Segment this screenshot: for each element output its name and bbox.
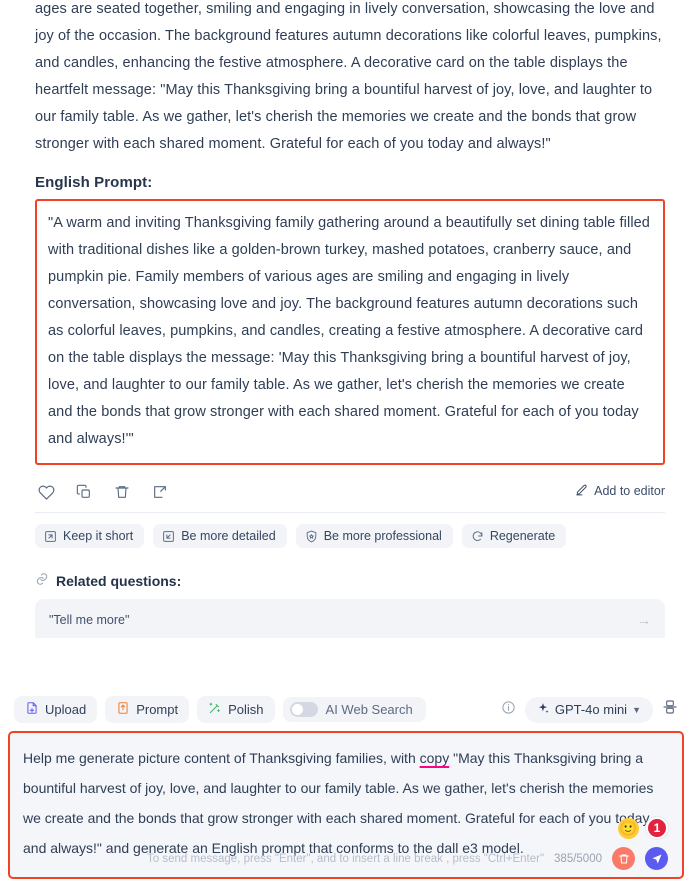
split-layout-icon[interactable] (662, 699, 678, 720)
content-spacer (0, 638, 692, 688)
ai-web-search-toggle[interactable]: AI Web Search (282, 697, 426, 722)
link-icon (35, 572, 49, 589)
expand-icon (162, 530, 175, 543)
sparkle-icon (537, 702, 550, 718)
send-hint: To send message, press "Enter", and to i… (147, 852, 545, 865)
message-input-text[interactable]: Help me generate picture content of Than… (23, 743, 669, 863)
chip-label: Keep it short (63, 529, 134, 543)
shrink-icon (44, 530, 57, 543)
delete-icon[interactable] (111, 481, 133, 503)
trash-icon[interactable] (612, 847, 635, 870)
arrow-right-icon: → (637, 612, 651, 628)
answer-paragraph: ages are seated together, smiling and en… (35, 1, 662, 152)
english-prompt-text: "A warm and inviting Thanksgiving family… (48, 215, 650, 447)
upload-label: Upload (45, 702, 87, 717)
toggle-switch[interactable] (289, 702, 318, 717)
composer-toolbar-right: GPT-4o mini ▼ (501, 696, 682, 723)
add-to-editor-label: Add to editor (594, 483, 665, 498)
upload-file-icon (25, 701, 39, 718)
answer-scroll-area[interactable]: ages are seated together, smiling and en… (0, 0, 692, 665)
pencil-icon (575, 482, 589, 499)
like-icon[interactable] (35, 481, 57, 503)
prompt-button[interactable]: Prompt (105, 696, 190, 723)
upload-button[interactable]: Upload (14, 696, 98, 723)
related-question-item[interactable]: "Tell me more" → (49, 608, 651, 632)
english-prompt-heading: English Prompt: (35, 174, 153, 191)
model-selector-label: GPT-4o mini (554, 702, 628, 717)
chat-answer-page: ages are seated together, smiling and en… (0, 0, 692, 883)
ai-web-search-label: AI Web Search (325, 702, 413, 717)
english-prompt-highlight-box: "A warm and inviting Thanksgiving family… (35, 199, 665, 465)
composer: Upload Prompt Polish AI Web Search GPT-4… (0, 690, 692, 883)
model-selector[interactable]: GPT-4o mini ▼ (524, 696, 653, 723)
magic-wand-icon (208, 701, 222, 718)
polish-label: Polish (228, 702, 264, 717)
top-fade-overlay (0, 0, 692, 3)
copy-icon[interactable] (73, 481, 95, 503)
composer-footer: To send message, press "Enter", and to i… (10, 847, 682, 870)
prompt-note-icon (116, 701, 130, 718)
notification-badge[interactable]: 1 (646, 817, 668, 839)
share-icon[interactable] (149, 481, 171, 503)
related-question-text: "Tell me more" (49, 613, 130, 627)
composer-toolbar: Upload Prompt Polish AI Web Search GPT-4… (8, 690, 684, 731)
related-questions-header: Related questions: (35, 572, 665, 589)
chip-label: Be more professional (323, 529, 442, 543)
message-copy-word: copy (419, 750, 450, 766)
chip-regenerate[interactable]: Regenerate (461, 524, 567, 548)
character-counter: 385/5000 (554, 852, 602, 865)
chip-be-more-professional[interactable]: Be more professional (295, 524, 453, 548)
refresh-icon (471, 530, 484, 543)
polish-button[interactable]: Polish (197, 696, 275, 723)
chip-label: Regenerate (489, 529, 556, 543)
chip-keep-it-short[interactable]: Keep it short (35, 524, 145, 548)
message-part-1: Help me generate picture content of Than… (23, 750, 420, 766)
add-to-editor-button[interactable]: Add to editor (575, 482, 665, 499)
info-icon[interactable] (501, 700, 516, 720)
composer-emoji-row: 🙂 1 (618, 817, 668, 839)
send-icon[interactable] (645, 847, 668, 870)
message-actions-row: Add to editor (35, 481, 665, 513)
emoji-picker-icon[interactable]: 🙂 (618, 817, 639, 839)
prompt-label: Prompt (136, 702, 179, 717)
chevron-down-icon: ▼ (632, 704, 641, 715)
chip-label: Be more detailed (181, 529, 276, 543)
suggestion-chip-row: Keep it short Be more detailed Be more p… (35, 524, 665, 548)
related-questions-title: Related questions: (56, 572, 182, 589)
message-input-box[interactable]: Help me generate picture content of Than… (8, 731, 684, 879)
chip-be-more-detailed[interactable]: Be more detailed (153, 524, 287, 548)
badge-icon (305, 530, 318, 543)
